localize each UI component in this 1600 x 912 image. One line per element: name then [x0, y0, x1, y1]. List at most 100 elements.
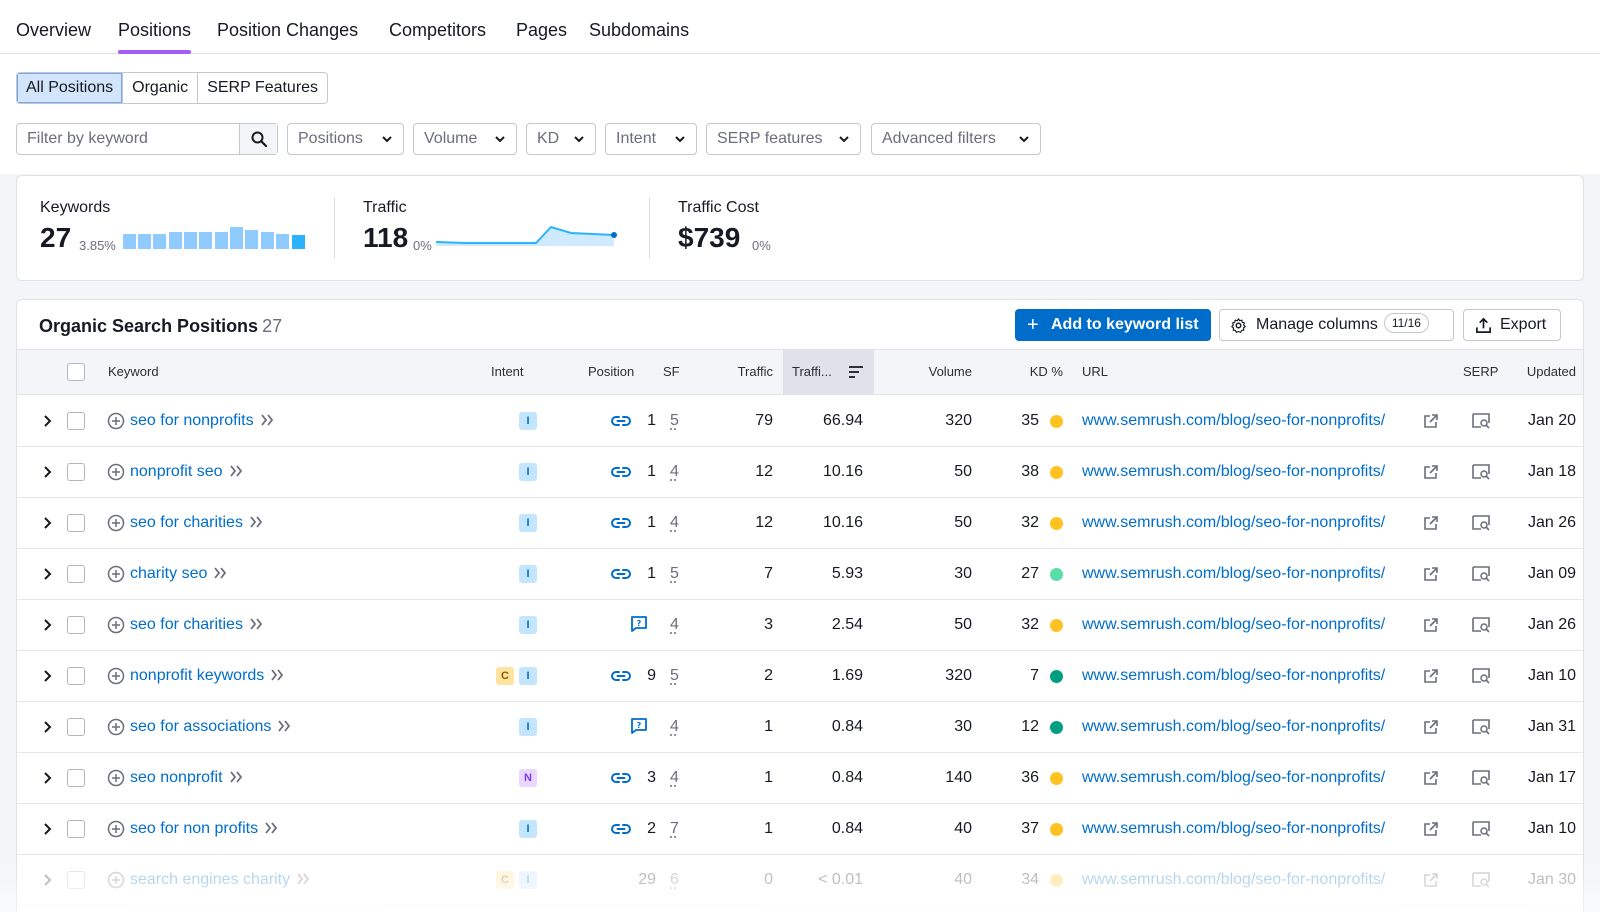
external-link-icon[interactable] — [1423, 464, 1439, 480]
tab-overview[interactable]: Overview — [16, 20, 91, 54]
row-checkbox[interactable] — [67, 667, 85, 685]
add-keyword-plus-circle-icon[interactable] — [107, 514, 125, 532]
url-link[interactable]: www.semrush.com/blog/seo-for-nonprofits/ — [1082, 616, 1385, 633]
keyword-details-double-chevron-icon[interactable] — [213, 567, 228, 579]
keyword-link[interactable]: nonprofit keywords — [130, 667, 264, 684]
serp-features-count[interactable]: 4 — [670, 498, 679, 548]
segment-serp-features[interactable]: SERP Features — [198, 73, 327, 103]
keyword-link[interactable]: seo nonprofit — [130, 769, 223, 786]
external-link-icon[interactable] — [1423, 566, 1439, 582]
serp-preview-icon[interactable] — [1472, 770, 1490, 786]
serp-features-count[interactable]: 5 — [670, 651, 679, 701]
intent-badge[interactable]: I — [519, 820, 537, 838]
row-checkbox[interactable] — [67, 412, 85, 430]
row-checkbox[interactable] — [67, 616, 85, 634]
expand-row-chevron-icon[interactable] — [43, 619, 53, 631]
row-checkbox[interactable] — [67, 514, 85, 532]
keyword-details-double-chevron-icon[interactable] — [264, 822, 279, 834]
col-kd[interactable]: KD % — [1007, 350, 1063, 394]
expand-row-chevron-icon[interactable] — [43, 874, 53, 886]
keyword-details-double-chevron-icon[interactable] — [296, 873, 311, 885]
external-link-icon[interactable] — [1423, 821, 1439, 837]
export-button[interactable]: Export — [1463, 309, 1561, 341]
serp-preview-icon[interactable] — [1472, 515, 1490, 531]
external-link-icon[interactable] — [1423, 719, 1439, 735]
keyword-filter-input[interactable] — [17, 124, 240, 154]
url-link[interactable]: www.semrush.com/blog/seo-for-nonprofits/ — [1082, 514, 1385, 531]
expand-row-chevron-icon[interactable] — [43, 517, 53, 529]
add-keyword-plus-circle-icon[interactable] — [107, 718, 125, 736]
serp-preview-icon[interactable] — [1472, 464, 1490, 480]
serp-preview-icon[interactable] — [1472, 821, 1490, 837]
volume-filter-dropdown[interactable]: Volume — [413, 123, 517, 155]
row-checkbox[interactable] — [67, 565, 85, 583]
external-link-icon[interactable] — [1423, 872, 1439, 888]
traffic-trend-chart[interactable] — [436, 224, 636, 254]
intent-badge[interactable]: I — [519, 871, 537, 889]
serp-preview-icon[interactable] — [1472, 566, 1490, 582]
serp-features-filter-dropdown[interactable]: SERP features — [706, 123, 861, 155]
col-sf[interactable]: SF — [663, 350, 680, 394]
serp-features-count[interactable]: 5 — [670, 549, 679, 599]
tab-competitors[interactable]: Competitors — [389, 20, 486, 54]
keyword-details-double-chevron-icon[interactable] — [249, 516, 264, 528]
keyword-link[interactable]: seo for nonprofits — [130, 412, 254, 429]
row-checkbox[interactable] — [67, 820, 85, 838]
tab-pages[interactable]: Pages — [516, 20, 567, 54]
row-checkbox[interactable] — [67, 718, 85, 736]
add-keyword-plus-circle-icon[interactable] — [107, 463, 125, 481]
col-serp[interactable]: SERP — [1463, 350, 1498, 394]
keyword-link[interactable]: seo for non profits — [130, 820, 258, 837]
row-checkbox[interactable] — [67, 769, 85, 787]
external-link-icon[interactable] — [1423, 515, 1439, 531]
positions-filter-dropdown[interactable]: Positions — [287, 123, 404, 155]
col-traffic[interactable]: Traffic — [697, 350, 773, 394]
expand-row-chevron-icon[interactable] — [43, 415, 53, 427]
external-link-icon[interactable] — [1423, 668, 1439, 684]
add-keyword-plus-circle-icon[interactable] — [107, 769, 125, 787]
intent-badge[interactable]: I — [519, 412, 537, 430]
intent-badge[interactable]: N — [519, 769, 537, 787]
external-link-icon[interactable] — [1423, 413, 1439, 429]
keywords-trend-chart[interactable] — [123, 227, 311, 249]
url-link[interactable]: www.semrush.com/blog/seo-for-nonprofits/ — [1082, 769, 1385, 786]
serp-features-count[interactable]: 7 — [670, 804, 679, 854]
tab-position-changes[interactable]: Position Changes — [217, 20, 358, 54]
expand-row-chevron-icon[interactable] — [43, 670, 53, 682]
tab-subdomains[interactable]: Subdomains — [589, 20, 689, 54]
row-checkbox[interactable] — [67, 463, 85, 481]
keyword-link[interactable]: charity seo — [130, 565, 207, 582]
expand-row-chevron-icon[interactable] — [43, 772, 53, 784]
add-keyword-plus-circle-icon[interactable] — [107, 565, 125, 583]
serp-preview-icon[interactable] — [1472, 617, 1490, 633]
external-link-icon[interactable] — [1423, 617, 1439, 633]
intent-badge[interactable]: I — [519, 514, 537, 532]
kd-filter-dropdown[interactable]: KD — [526, 123, 596, 155]
keyword-link[interactable]: seo for charities — [130, 616, 243, 633]
col-intent[interactable]: Intent — [491, 350, 524, 394]
url-link[interactable]: www.semrush.com/blog/seo-for-nonprofits/ — [1082, 667, 1385, 684]
add-keyword-plus-circle-icon[interactable] — [107, 820, 125, 838]
expand-row-chevron-icon[interactable] — [43, 721, 53, 733]
keyword-details-double-chevron-icon[interactable] — [249, 618, 264, 630]
row-checkbox[interactable] — [67, 871, 85, 889]
col-updated[interactable]: Updated — [1507, 350, 1576, 394]
expand-row-chevron-icon[interactable] — [43, 466, 53, 478]
search-button[interactable] — [239, 124, 277, 154]
add-keyword-plus-circle-icon[interactable] — [107, 616, 125, 634]
serp-features-count[interactable]: 4 — [670, 702, 679, 752]
serp-preview-icon[interactable] — [1472, 668, 1490, 684]
url-link[interactable]: www.semrush.com/blog/seo-for-nonprofits/ — [1082, 718, 1385, 735]
external-link-icon[interactable] — [1423, 770, 1439, 786]
serp-features-count[interactable]: 4 — [670, 753, 679, 803]
keyword-details-double-chevron-icon[interactable] — [270, 669, 285, 681]
url-link[interactable]: www.semrush.com/blog/seo-for-nonprofits/ — [1082, 463, 1385, 480]
advanced-filters-dropdown[interactable]: Advanced filters — [871, 123, 1041, 155]
keyword-link[interactable]: nonprofit seo — [130, 463, 223, 480]
select-all-checkbox[interactable] — [67, 363, 85, 381]
intent-badge[interactable]: I — [519, 463, 537, 481]
serp-preview-icon[interactable] — [1472, 413, 1490, 429]
intent-badge[interactable]: I — [519, 565, 537, 583]
intent-badge[interactable]: I — [519, 718, 537, 736]
segment-organic[interactable]: Organic — [123, 73, 199, 103]
